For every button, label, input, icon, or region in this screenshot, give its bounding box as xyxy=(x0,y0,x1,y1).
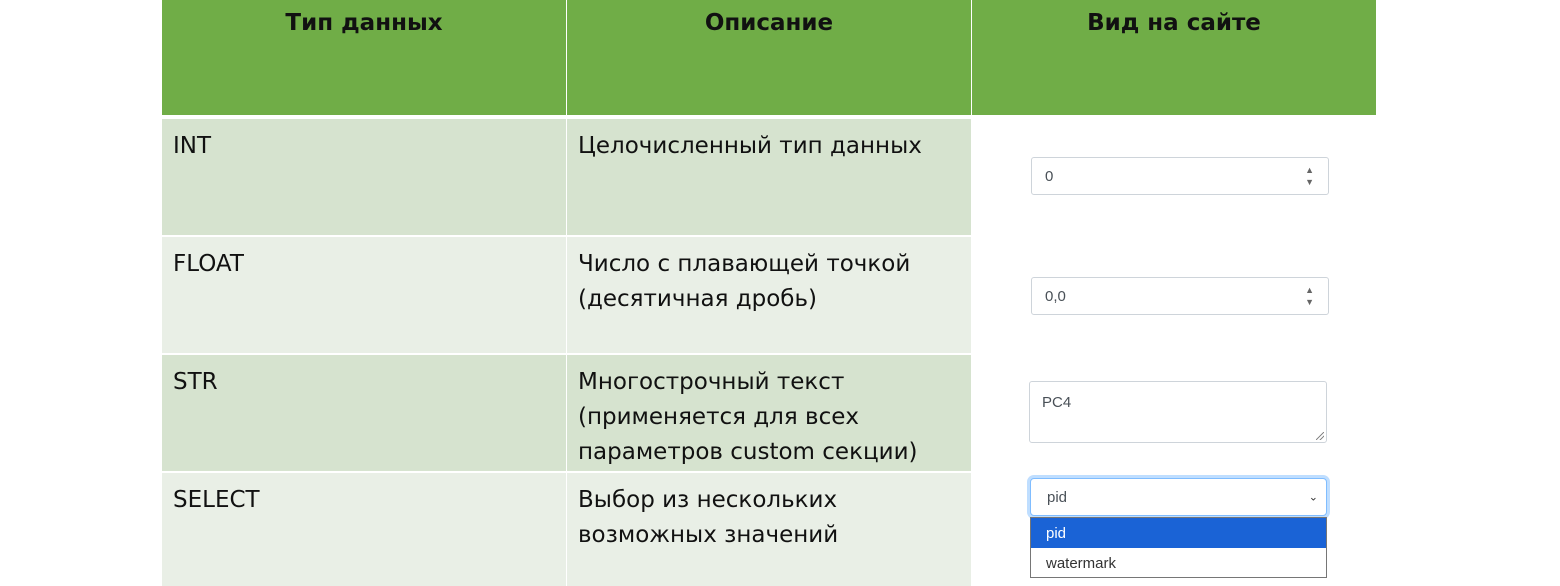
row-float-description: Число с плавающей точкой (десятичная дро… xyxy=(567,237,971,353)
select-options-list: pid watermark xyxy=(1030,517,1327,578)
int-number-input[interactable]: 0 ▲ ▼ xyxy=(1031,157,1329,195)
resize-grip-icon[interactable] xyxy=(1316,432,1324,440)
float-number-input[interactable]: 0,0 ▲ ▼ xyxy=(1031,277,1329,315)
row-int-description: Целочисленный тип данных xyxy=(567,119,971,235)
chevron-down-icon: ⌄ xyxy=(1308,491,1318,504)
str-value: PC4 xyxy=(1042,394,1072,411)
spinner-arrows-icon[interactable]: ▲ ▼ xyxy=(1305,166,1314,187)
option-watermark[interactable]: watermark xyxy=(1031,548,1326,578)
description-line: Целочисленный тип данных xyxy=(578,133,922,159)
header-description: Описание xyxy=(567,0,971,115)
type-label: SELECT xyxy=(173,487,260,513)
select-value: pid xyxy=(1047,488,1068,506)
spinner-arrows-icon[interactable]: ▲ ▼ xyxy=(1305,286,1314,307)
option-pid[interactable]: pid xyxy=(1031,518,1326,548)
type-label: INT xyxy=(173,133,212,159)
row-str-description: Многострочный текст (применяется для все… xyxy=(567,355,971,471)
header-site-view: Вид на сайте xyxy=(972,0,1376,115)
row-select-description: Выбор из нескольких возможных значений xyxy=(567,473,971,586)
select-dropdown[interactable]: pid ⌄ xyxy=(1030,478,1327,516)
row-float-type: FLOAT xyxy=(162,237,566,353)
description-line: (десятичная дробь) xyxy=(578,286,818,312)
description-line: возможных значений xyxy=(578,522,839,548)
row-int-type: INT xyxy=(162,119,566,235)
description-line: параметров custom секции) xyxy=(578,439,918,465)
description-line: Многострочный текст xyxy=(578,369,845,395)
description-line: Выбор из нескольких xyxy=(578,487,838,513)
type-label: FLOAT xyxy=(173,251,244,277)
row-str-type: STR xyxy=(162,355,566,471)
int-value: 0 xyxy=(1045,167,1054,185)
description-line: (применяется для всех xyxy=(578,404,859,430)
header-type: Тип данных xyxy=(162,0,566,115)
row-select-type: SELECT xyxy=(162,473,566,586)
str-textarea[interactable]: PC4 xyxy=(1029,381,1327,443)
float-value: 0,0 xyxy=(1045,287,1066,305)
type-label: STR xyxy=(173,369,218,395)
description-line: Число с плавающей точкой xyxy=(578,251,911,277)
